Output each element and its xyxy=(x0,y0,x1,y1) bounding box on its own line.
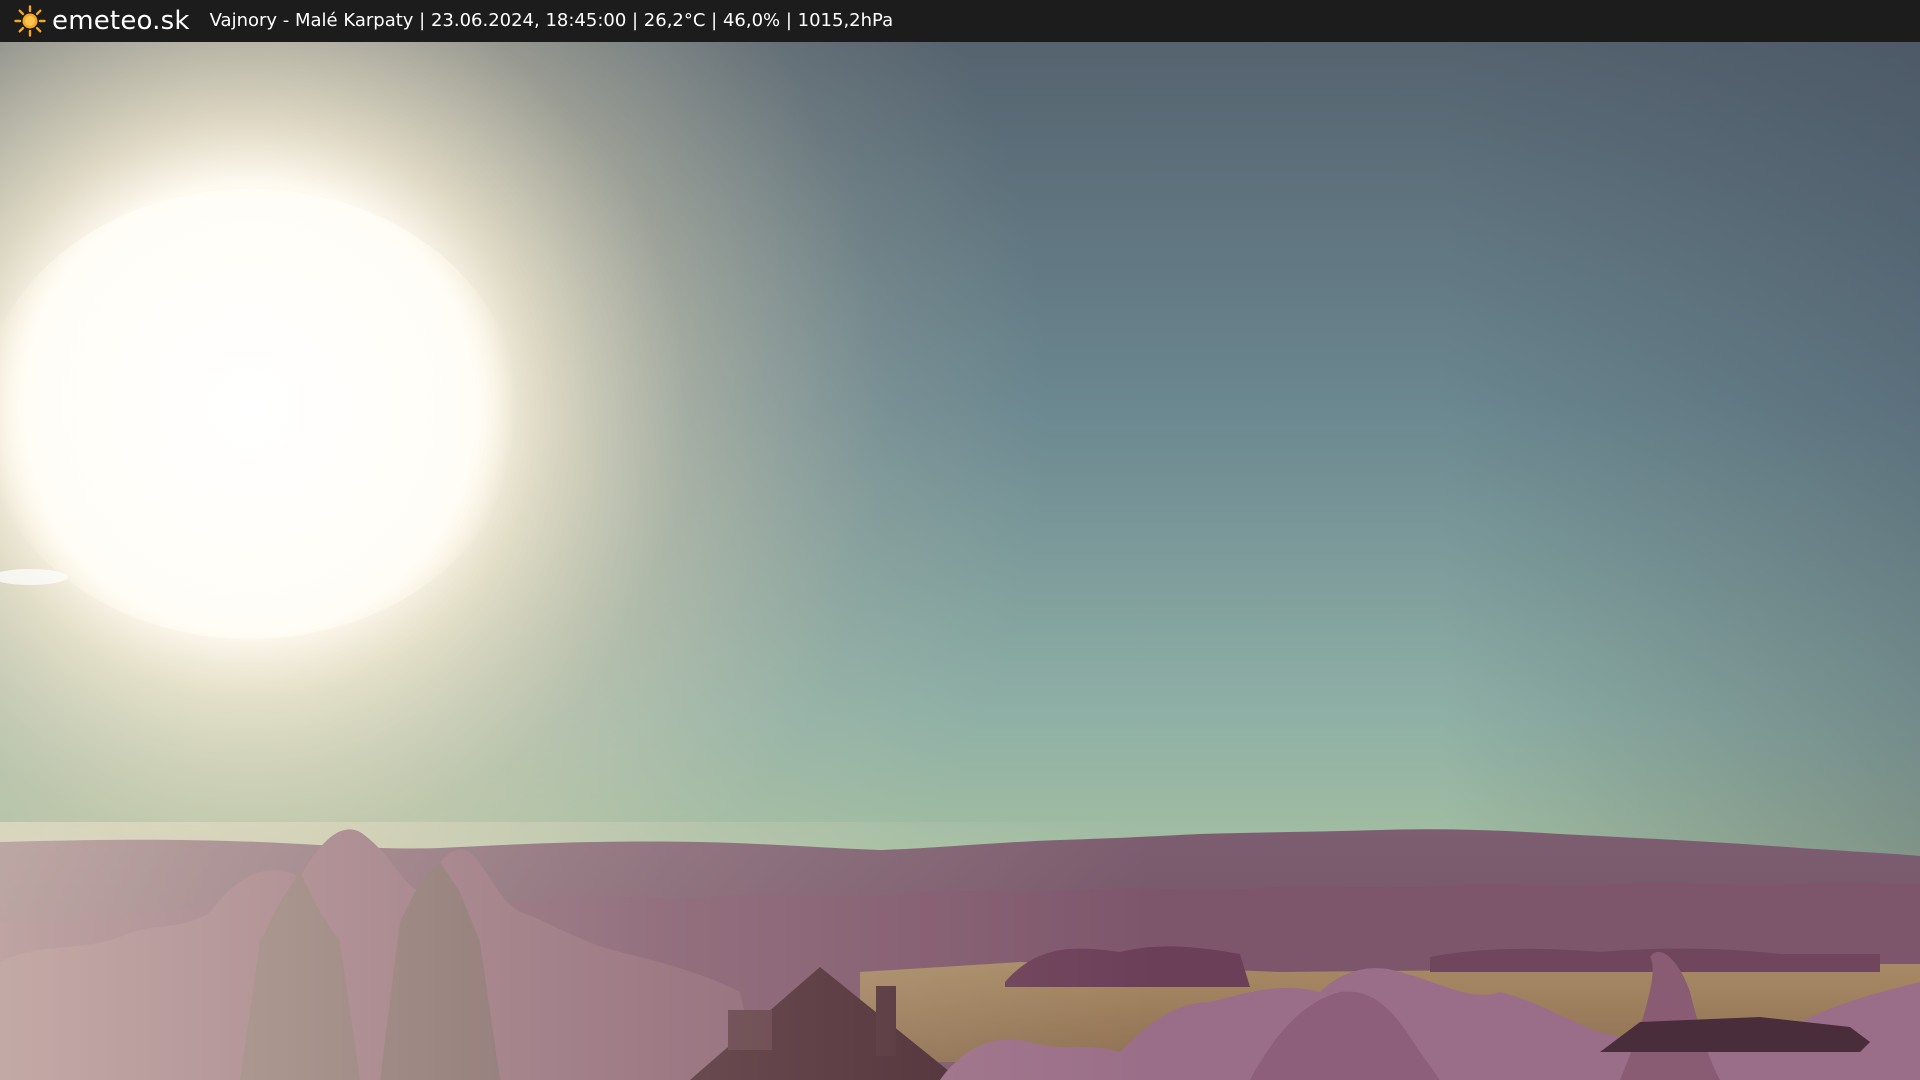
brand-name: emeteo.sk xyxy=(52,6,190,36)
logo[interactable]: emeteo.sk xyxy=(14,0,190,42)
webcam-image xyxy=(0,42,1920,1080)
webcam-frame: emeteo.sk Vajnory - Malé Karpaty | 23.06… xyxy=(0,0,1920,1080)
sun xyxy=(0,189,520,639)
top-bar: emeteo.sk Vajnory - Malé Karpaty | 23.06… xyxy=(0,0,1920,42)
sun-icon xyxy=(14,5,46,37)
station-readout: Vajnory - Malé Karpaty | 23.06.2024, 18:… xyxy=(209,10,894,31)
